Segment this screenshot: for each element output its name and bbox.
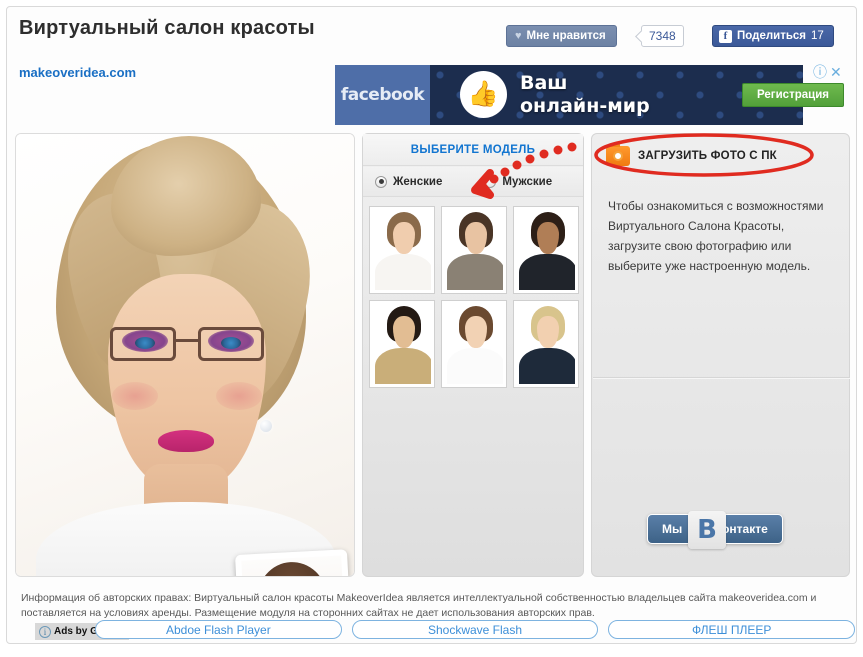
facebook-icon: f	[719, 29, 732, 43]
model-thumbnail[interactable]	[369, 206, 435, 294]
radio-female[interactable]: Женские	[375, 175, 443, 188]
model-body	[519, 254, 575, 290]
model-selector-panel: ВЫБЕРИТЕ МОДЕЛЬ Женские Мужские	[362, 133, 584, 577]
like-button[interactable]: ♥ Мне нравится	[506, 25, 617, 47]
blush-left	[112, 382, 158, 410]
ad-link-pill[interactable]: ФЛЕШ ПЛЕЕР	[608, 620, 856, 639]
radio-female-indicator[interactable]	[375, 175, 387, 188]
blush-right	[216, 382, 262, 410]
model-thumbnail-image	[445, 210, 503, 290]
model-thumbnail[interactable]	[441, 206, 507, 294]
banner-headline: Ваш онлайн-мир	[520, 72, 650, 118]
vk-prefix-label: Мы	[662, 522, 683, 536]
model-body	[447, 348, 503, 384]
model-thumbnail[interactable]	[513, 300, 579, 388]
heart-icon: ♥	[515, 30, 522, 42]
lips-illustration	[158, 430, 214, 452]
share-button-label: Поделиться	[737, 30, 807, 42]
model-thumbnail[interactable]	[369, 300, 435, 388]
site-url-link[interactable]: makeoveridea.com	[19, 65, 136, 80]
model-thumbnail[interactable]	[441, 300, 507, 388]
inset-original-photo[interactable]	[234, 549, 354, 576]
model-thumbnail-grid	[369, 206, 579, 388]
thumbs-up-icon: 👍	[460, 71, 507, 118]
model-face	[465, 222, 487, 254]
ad-link-pill[interactable]: Shockwave Flash	[351, 620, 599, 639]
earring-icon	[260, 420, 272, 432]
ad-controls[interactable]: ⓘ ✕	[813, 65, 842, 79]
upload-hint-text: Чтобы ознакомиться с возможностями Вирту…	[608, 199, 824, 273]
ad-link-row: Abdoe Flash Player Shockwave Flash ФЛЕШ ПЛ…	[95, 620, 856, 639]
model-thumbnail-image	[517, 304, 575, 384]
upload-photo-button[interactable]: ЗАГРУЗИТЬ ФОТО С ПК	[606, 143, 777, 166]
model-thumbnail[interactable]	[513, 206, 579, 294]
model-body	[519, 348, 575, 384]
upload-panel: ЗАГРУЗИТЬ ФОТО С ПК Чтобы ознакомиться с…	[591, 133, 850, 577]
ad-link-pill[interactable]: Abdoe Flash Player	[95, 620, 342, 639]
radio-male-label: Мужские	[502, 175, 553, 188]
app-window: Виртуальный салон красоты ♥ Мне нравится…	[6, 6, 857, 644]
inset-photo-image	[241, 555, 347, 576]
footer-copyright: Информация об авторских правах: Виртуаль…	[21, 592, 817, 619]
model-face	[393, 222, 415, 254]
like-button-label: Мне нравится	[526, 30, 606, 42]
close-icon[interactable]: ✕	[830, 65, 842, 79]
glasses-lens-right	[198, 327, 264, 361]
banner-headline-line2: онлайн-мир	[520, 95, 650, 117]
model-body	[375, 348, 431, 384]
share-button[interactable]: f Поделиться 17	[712, 25, 834, 47]
model-body	[375, 254, 431, 290]
gender-filter-row: Женские Мужские	[363, 167, 583, 197]
glasses-illustration	[108, 327, 266, 363]
page-title: Виртуальный салон красоты	[19, 17, 315, 39]
inset-hair	[255, 560, 330, 576]
model-thumbnail-image	[445, 304, 503, 384]
info-icon[interactable]: ⓘ	[813, 65, 827, 79]
ads-info-icon[interactable]: i	[39, 625, 51, 638]
model-panel-header: ВЫБЕРИТЕ МОДЕЛЬ	[363, 134, 583, 166]
vkontakte-widget[interactable]: Мы В контакте	[647, 511, 783, 549]
camera-icon	[606, 143, 630, 166]
share-count: 17	[811, 30, 824, 42]
registration-button[interactable]: Регистрация	[742, 83, 844, 107]
model-thumbnail-image	[517, 210, 575, 290]
radio-male[interactable]: Мужские	[484, 175, 553, 188]
radio-female-label: Женские	[393, 175, 443, 188]
model-body	[447, 254, 503, 290]
glasses-bridge	[176, 339, 198, 342]
like-count-bubble: 7348	[641, 25, 684, 47]
main-photo-preview[interactable]	[15, 133, 355, 577]
banner-headline-line1: Ваш	[520, 72, 568, 94]
glasses-lens-left	[110, 327, 176, 361]
model-thumbnail-image	[373, 304, 431, 384]
model-face	[393, 316, 415, 348]
model-face	[537, 316, 559, 348]
banner-brand-panel: facebook	[335, 65, 430, 125]
vk-logo-icon: В	[688, 511, 726, 549]
banner-ad[interactable]: facebook 👍 Ваш онлайн-мир	[335, 65, 803, 125]
model-face	[465, 316, 487, 348]
model-face	[537, 222, 559, 254]
upload-photo-label: ЗАГРУЗИТЬ ФОТО С ПК	[638, 150, 777, 162]
banner-brand-label: facebook	[340, 85, 425, 105]
model-thumbnail-image	[373, 210, 431, 290]
radio-male-indicator[interactable]	[484, 175, 497, 188]
header: Виртуальный салон красоты ♥ Мне нравится…	[7, 7, 858, 53]
model-panel-title: ВЫБЕРИТЕ МОДЕЛЬ	[410, 143, 536, 156]
panel-divider	[593, 377, 850, 379]
